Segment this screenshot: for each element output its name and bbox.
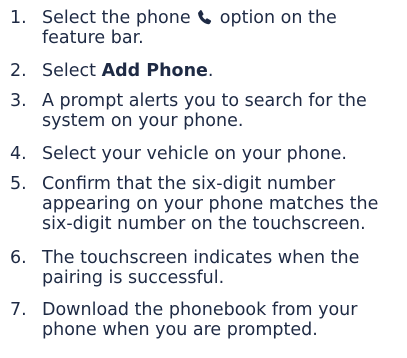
step-text-before-icon: Select the phone xyxy=(42,8,191,28)
add-phone-label: Add Phone xyxy=(101,61,208,81)
step-text: Select the phone option on the feature b… xyxy=(42,8,402,48)
step-text: The touchscreen indicates when the pairi… xyxy=(42,248,360,288)
step-text: Select your vehicle on your phone. xyxy=(42,144,347,164)
step-text: A prompt alerts you to search for the sy… xyxy=(42,91,367,131)
phone-handset-icon xyxy=(197,9,213,25)
step-number: 5. xyxy=(10,174,27,194)
instruction-steps-list: 1. Select the phone option on the featur… xyxy=(0,0,407,358)
step-number: 3. xyxy=(10,91,27,111)
step-text: Confirm that the six-digit number appear… xyxy=(42,174,379,234)
step-number: 6. xyxy=(10,248,27,268)
step-number: 2. xyxy=(10,61,27,81)
step-text-after-bold: . xyxy=(207,61,214,81)
step-text: Download the phonebook from your phone w… xyxy=(42,300,358,340)
step-number: 7. xyxy=(10,300,27,320)
step-number: 1. xyxy=(10,8,27,28)
step-text: Select Add Phone. xyxy=(42,61,402,81)
step-number: 4. xyxy=(10,144,27,164)
step-text-before-bold: Select xyxy=(42,61,96,81)
